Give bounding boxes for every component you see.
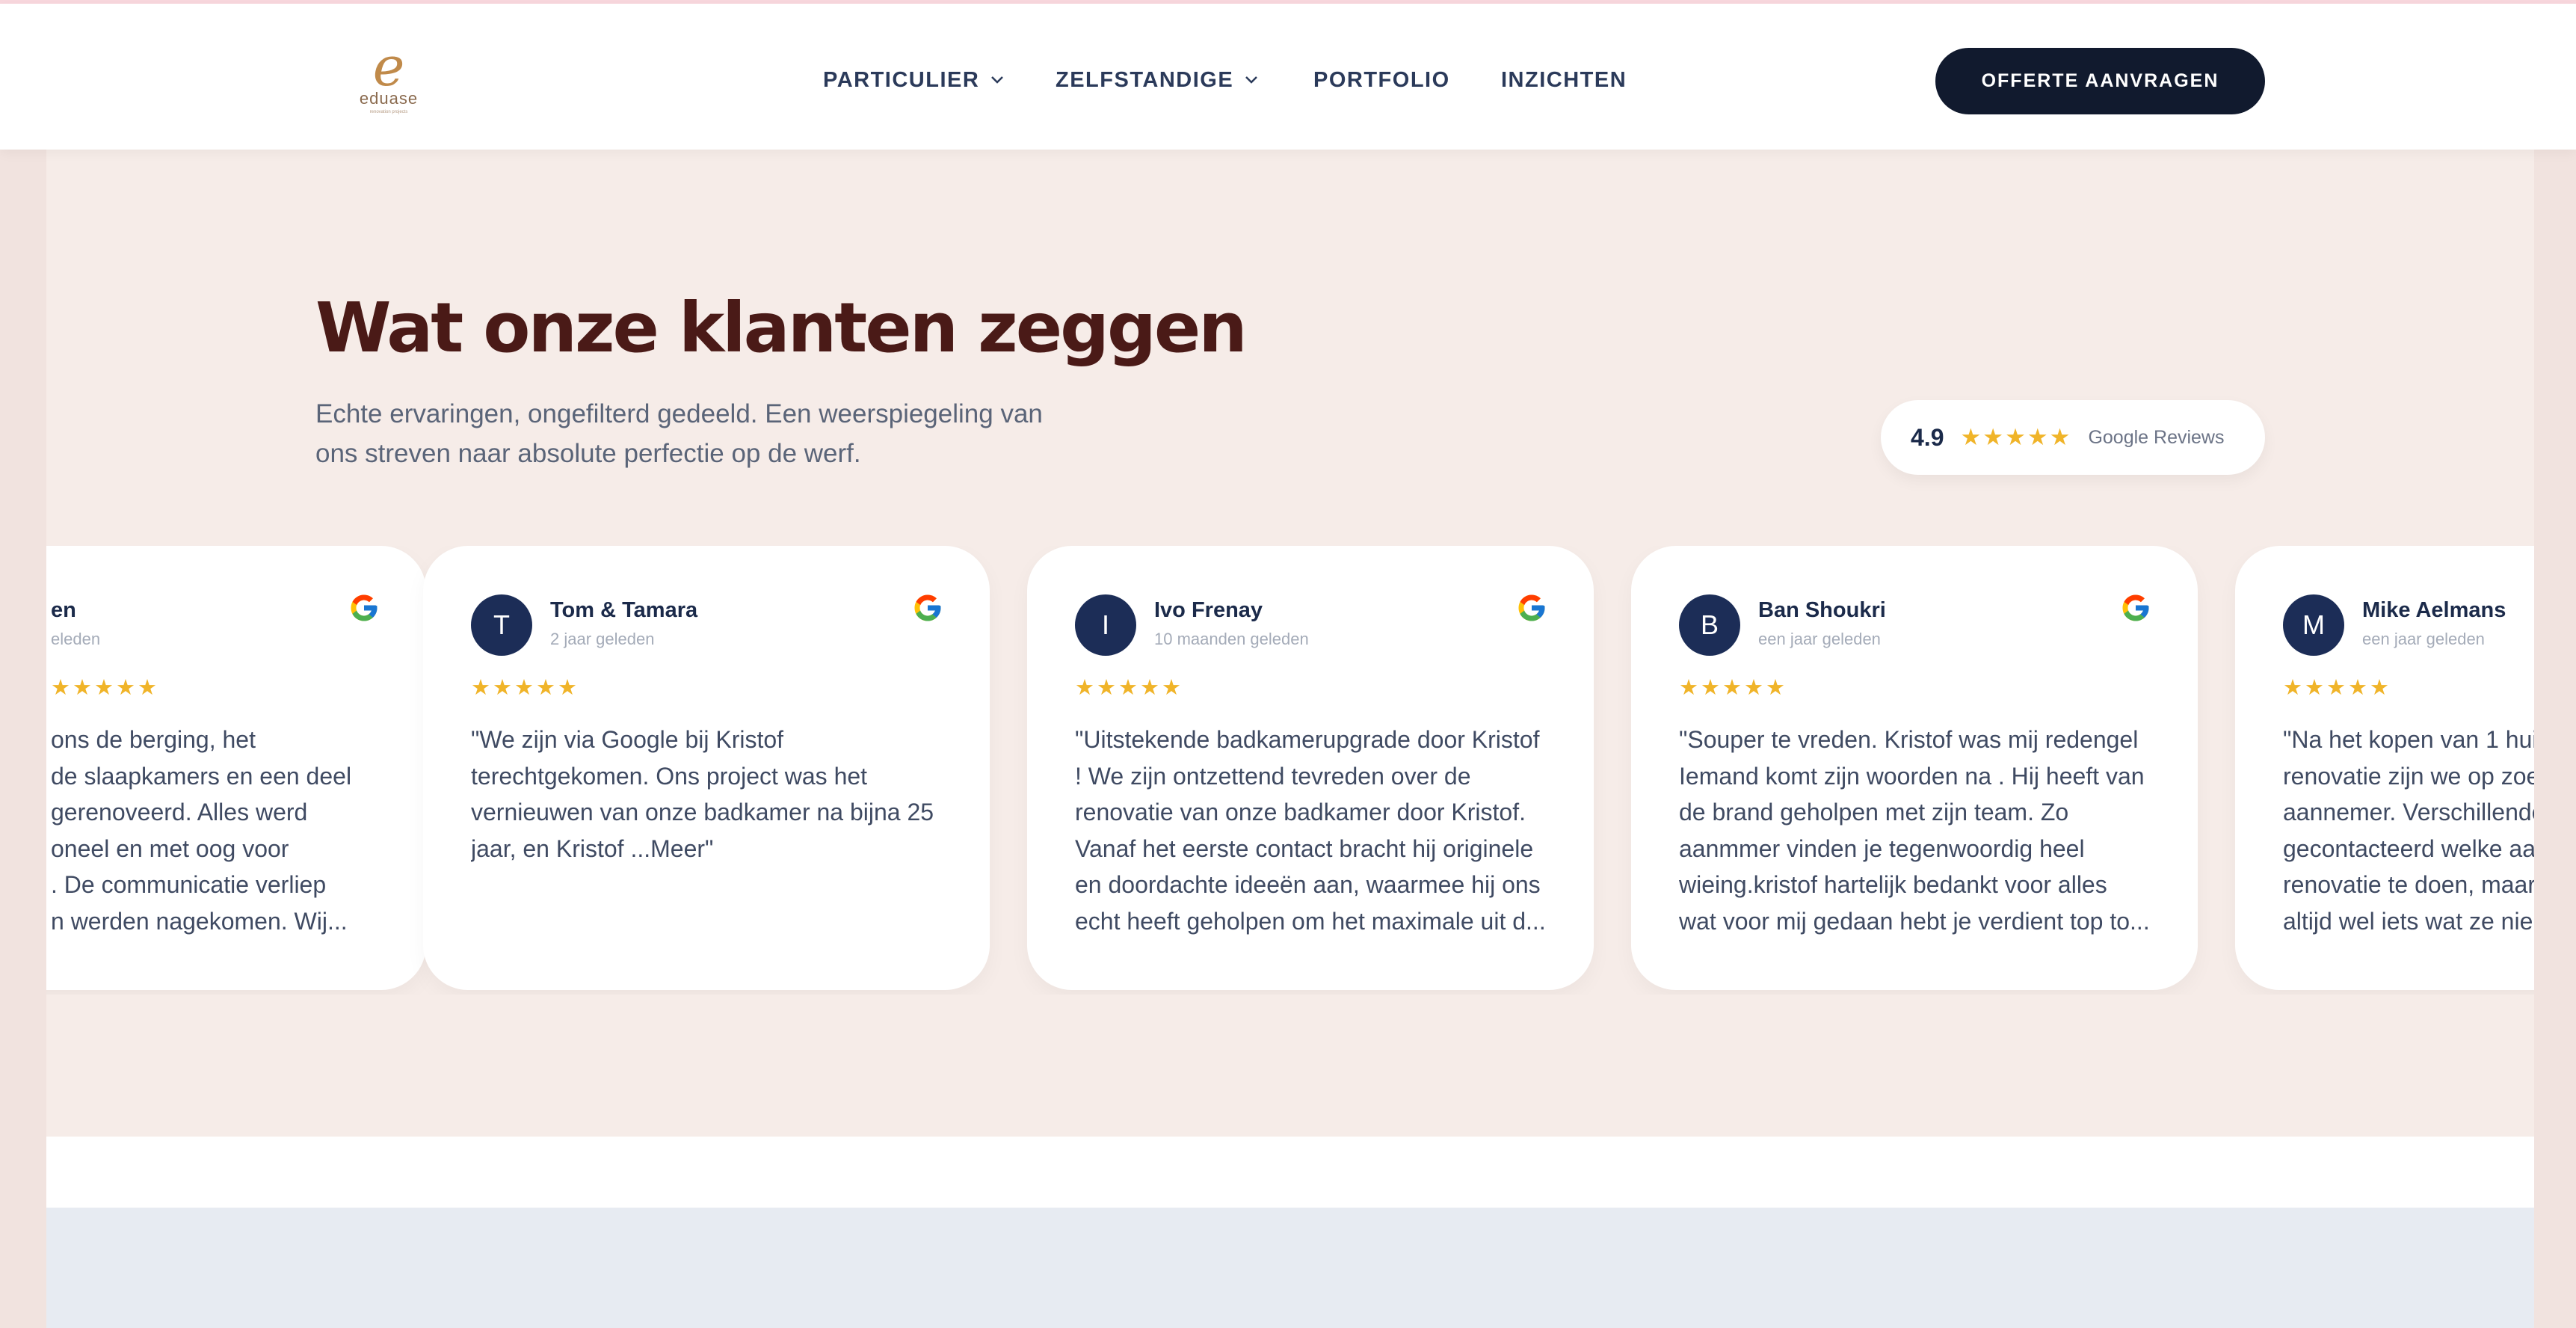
review-stars: ★★★★★: [471, 676, 579, 700]
review-time: een jaar geleden: [2362, 630, 2485, 648]
nav-item-label: ZELFSTANDIGE: [1056, 67, 1234, 92]
review-time: eleden: [51, 630, 101, 648]
review-stars: ★★★★★: [1075, 676, 1183, 700]
google-icon: [914, 594, 941, 621]
google-icon: [351, 594, 378, 621]
review-card[interactable]: T Tom & Tamara 2 jaar geleden ★★★★★ "We …: [423, 546, 990, 990]
review-text-line: "Na het kopen van 1 huis: [2283, 726, 2534, 753]
review-text-line: . De communicatie verliep: [51, 871, 327, 898]
review-text-line: wieing.kristof hartelijk bedankt voor al…: [1679, 871, 2107, 898]
nav-item-portfolio[interactable]: PORTFOLIO: [1313, 65, 1450, 95]
review-text-line: ons de berging, het: [51, 726, 256, 753]
chevron-down-icon: [991, 76, 1004, 84]
review-text: ons de berging, het de slaapkamers en ee…: [51, 722, 380, 946]
review-text-line: en doordachte ideeën aan, waarmee hij on…: [1075, 871, 1541, 898]
avatar: I: [1075, 594, 1136, 656]
review-text-line: "Souper te vreden. Kristof was mij reden…: [1679, 726, 2139, 753]
review-text: "Uitstekende badkamerupgrade door Kristo…: [1075, 722, 1550, 946]
review-text-line: vernieuwen van onze badkamer na bijna 25: [471, 799, 934, 826]
avatar: M: [2283, 594, 2344, 656]
review-text-line: gerenoveerd. Alles werd: [51, 799, 308, 826]
logo[interactable]: e eduase renovation projects: [351, 40, 426, 114]
rating-source: Google Reviews: [2088, 426, 2225, 448]
section-divider-band: [46, 1137, 2534, 1208]
chevron-down-icon: [1245, 76, 1258, 84]
review-text-line: altijd wel iets wat ze nie: [2283, 907, 2533, 935]
review-card[interactable]: B Ban Shoukri een jaar geleden ★★★★★ "So…: [1631, 546, 2198, 990]
review-time: 2 jaar geleden: [550, 630, 655, 648]
google-icon: [2122, 594, 2149, 621]
reviewer-name: Ivo Frenay: [1154, 598, 1263, 622]
nav-item-label: PARTICULIER: [823, 67, 980, 92]
reviewer-name: Ban Shoukri: [1758, 598, 1886, 622]
logo-wordmark: eduase: [359, 89, 419, 108]
review-text-line: gecontacteerd welke aa: [2283, 834, 2534, 862]
review-text-line: renovatie zijn we op zoe: [2283, 762, 2534, 790]
site-header: e eduase renovation projects PARTICULIER…: [0, 4, 2576, 150]
nav-item-particulier[interactable]: PARTICULIER: [823, 65, 1005, 95]
review-stars: ★★★★★: [1679, 676, 1787, 700]
review-text-line: echt heeft geholpen om het maximale uit …: [1075, 907, 1546, 935]
review-text-line: aanmmer vinden je tegenwoordig heel: [1679, 834, 2085, 862]
reviews-carousel[interactable]: en eleden ★★★★★ ons de berging, het de s…: [46, 546, 2534, 995]
review-text-line: jaar, en Kristof ...Meer": [471, 834, 714, 862]
logo-tagline: renovation projects: [369, 110, 408, 114]
avatar: B: [1679, 594, 1740, 656]
review-text-line: n werden nagekomen. Wij...: [51, 907, 348, 935]
nav-item-zelfstandige[interactable]: ZELFSTANDIGE: [1056, 65, 1259, 95]
review-text-line: "We zijn via Google bij Kristof: [471, 726, 784, 753]
review-text-line: Iemand komt zijn woorden na . Hij heeft …: [1679, 762, 2145, 790]
next-section-band: [46, 1208, 2534, 1328]
review-text-line: aannemer. Verschillende: [2283, 799, 2534, 826]
nav-item-label: PORTFOLIO: [1313, 67, 1450, 92]
review-stars: ★★★★★: [2283, 676, 2391, 700]
review-card[interactable]: M Mike Aelmans een jaar geleden ★★★★★ "N…: [2235, 546, 2534, 990]
review-card[interactable]: I Ivo Frenay 10 maanden geleden ★★★★★ "U…: [1027, 546, 1594, 990]
rating-stars: ★★★★★: [1960, 424, 2072, 450]
review-text-line: renovatie te doen, maar: [2283, 871, 2534, 898]
section-title: Wat onze klanten zeggen: [315, 288, 1248, 368]
google-icon: [1518, 594, 1545, 621]
reviewer-name: Mike Aelmans: [2362, 598, 2506, 622]
review-text-line: Vanaf het eerste contact bracht hij orig…: [1075, 834, 1534, 862]
nav-item-inzichten[interactable]: INZICHTEN: [1501, 65, 1627, 95]
request-quote-button[interactable]: OFFERTE AANVRAGEN: [1935, 48, 2265, 114]
review-text: "Na het kopen van 1 huis renovatie zijn …: [2283, 722, 2534, 946]
review-text-line: renovatie van onze badkamer door Kristof…: [1075, 799, 1526, 826]
review-text-line: ! We zijn ontzettend tevreden over de: [1075, 762, 1471, 790]
review-time: een jaar geleden: [1758, 630, 1881, 648]
left-edge-strip: [0, 150, 46, 1328]
review-text-line: "Uitstekende badkamerupgrade door Kristo…: [1075, 726, 1540, 753]
google-rating-badge[interactable]: 4.9 ★★★★★ Google Reviews: [1881, 400, 2265, 475]
review-text-line: wat voor mij gedaan hebt je verdient top…: [1679, 907, 2150, 935]
nav-item-label: INZICHTEN: [1501, 67, 1627, 92]
rating-score: 4.9: [1911, 423, 1944, 451]
review-text-line: de brand geholpen met zijn team. Zo: [1679, 799, 2069, 826]
review-text: "Souper te vreden. Kristof was mij reden…: [1679, 722, 2154, 946]
review-text-line: oneel en met oog voor: [51, 834, 289, 862]
review-card[interactable]: en eleden ★★★★★ ons de berging, het de s…: [46, 546, 426, 990]
logo-mark: e: [372, 35, 405, 98]
avatar: T: [471, 594, 532, 656]
reviewer-name: en: [51, 598, 76, 622]
section-subtitle: Echte ervaringen, ongefilterd gedeeld. E…: [315, 399, 1043, 468]
review-text-line: de slaapkamers en een deel: [51, 762, 352, 790]
review-text-line: terechtgekomen. Ons project was het: [471, 762, 868, 790]
review-text: "We zijn via Google bij Kristof terechtg…: [471, 722, 946, 946]
reviewer-name: Tom & Tamara: [550, 598, 698, 622]
right-edge-strip: [2534, 150, 2576, 1328]
review-time: 10 maanden geleden: [1154, 630, 1309, 648]
review-stars: ★★★★★: [51, 676, 159, 700]
